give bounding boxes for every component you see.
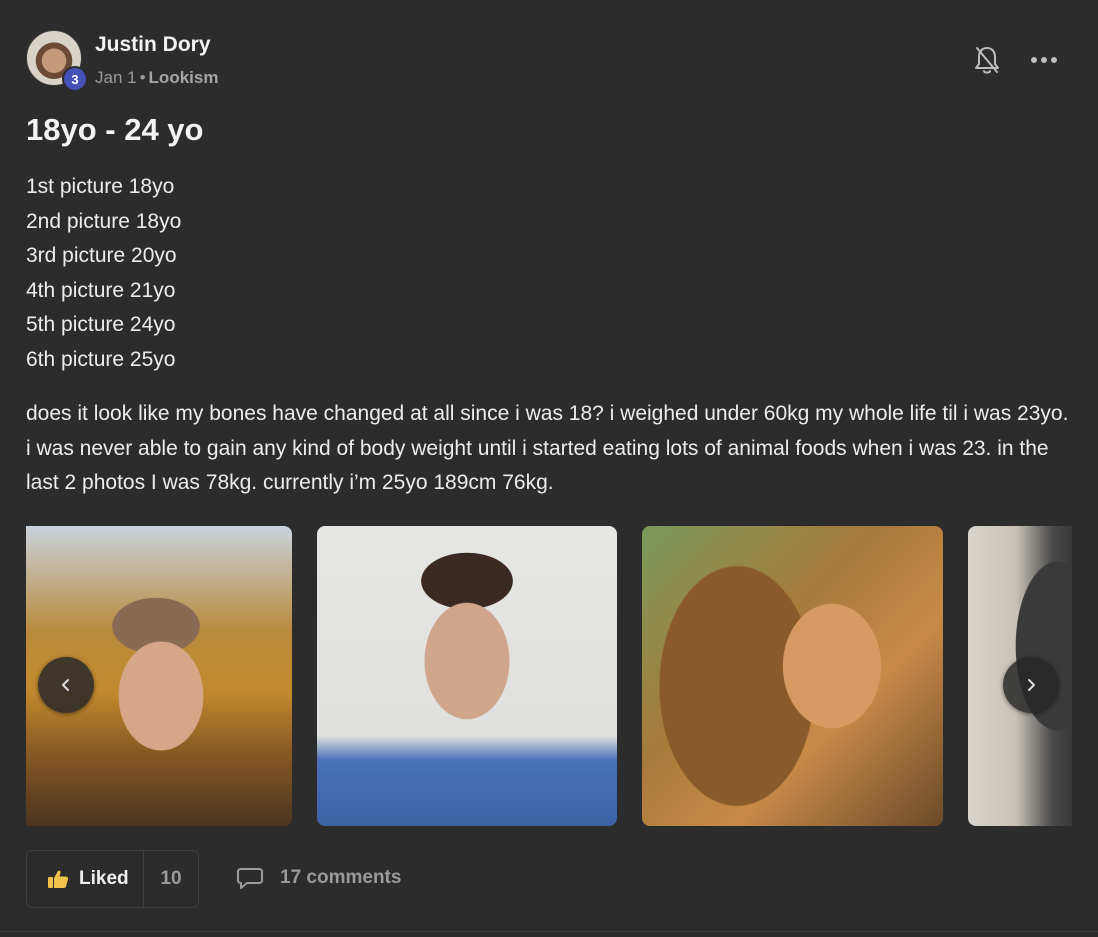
comments-link[interactable]: 17 comments (236, 866, 401, 890)
post-divider (0, 931, 1098, 932)
picture-age-list: 1st picture 18yo 2nd picture 18yo 3rd pi… (26, 170, 181, 378)
post-title: 18yo - 24 yo (26, 112, 204, 147)
gallery-photo-3[interactable] (642, 526, 943, 826)
comments-count-label: 17 comments (280, 867, 402, 888)
list-item: 4th picture 21yo (26, 278, 176, 302)
gallery-next-button[interactable] (1003, 657, 1059, 713)
list-item: 5th picture 24yo (26, 313, 176, 337)
chevron-right-icon (1028, 679, 1035, 691)
list-item: 1st picture 18yo (26, 175, 175, 198)
list-item: 3rd picture 20yo (26, 244, 177, 268)
bell-off-icon[interactable] (972, 44, 1002, 76)
chevron-left-icon (62, 679, 69, 691)
level-badge: 3 (62, 66, 88, 92)
photo-gallery (26, 526, 1072, 826)
post-date: Jan 1 (95, 68, 137, 87)
like-button[interactable]: Liked (27, 851, 144, 907)
comment-icon (237, 868, 263, 889)
community-link[interactable]: Lookism (149, 68, 219, 87)
post-body: does it look like my bones have changed … (26, 402, 1069, 495)
gallery-prev-button[interactable] (38, 657, 94, 713)
like-label: Liked (79, 868, 129, 889)
post-meta: Jan 1 • Lookism (95, 68, 218, 88)
list-item: 6th picture 25yo (26, 347, 176, 371)
thumbs-up-icon (48, 870, 69, 888)
more-horizontal-icon[interactable] (1028, 50, 1060, 70)
post-card: 3 Justin Dory Jan 1 • Lookism 18yo - 24 yo… (0, 0, 1098, 937)
author-avatar[interactable]: 3 (26, 30, 88, 92)
author-name[interactable]: Justin Dory (95, 33, 211, 57)
like-control: Liked 10 (26, 850, 199, 908)
like-count[interactable]: 10 (144, 851, 198, 907)
list-item: 2nd picture 18yo (26, 209, 182, 233)
gallery-photo-2[interactable] (317, 526, 617, 826)
meta-separator: • (139, 68, 146, 87)
